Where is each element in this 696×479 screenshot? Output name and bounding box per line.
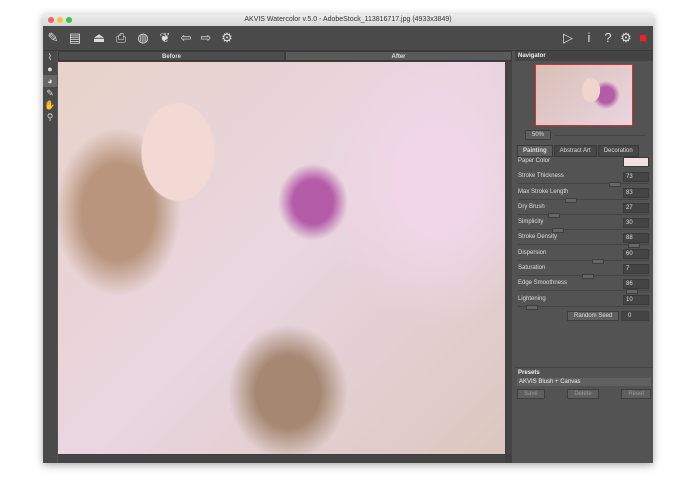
lightening-slider[interactable] (518, 304, 649, 310)
max-stroke-length-slider[interactable] (518, 197, 649, 203)
saturation-label: Saturation (518, 265, 546, 272)
share-icon[interactable]: ❦ (157, 30, 173, 46)
window-title: AKVIS Watercolor v.5.0 - AdobeStock_1138… (244, 16, 452, 23)
tab-abstract-art[interactable]: Abstract Art (553, 145, 597, 157)
saturation-slider[interactable] (518, 274, 649, 280)
brush-tool-icon[interactable]: ⌇ (43, 51, 57, 63)
minimize-button[interactable] (57, 17, 63, 23)
lightening-slider-thumb[interactable] (526, 304, 539, 310)
dry-brush-label: Dry Brush (518, 203, 545, 210)
navigator-header: Navigator (515, 51, 653, 61)
canvas-area: Before After (58, 51, 512, 463)
edge-smoothness-row: Edge Smoothness 86 (515, 279, 653, 295)
dry-brush-slider-thumb[interactable] (548, 212, 561, 218)
toolbar: ✎ ▤ ⏏ ⎙ ◍ ❦ ⇦ ⇨ ⚙ ▷ i ? ⚙ ■ (43, 26, 653, 51)
stroke-thickness-input[interactable]: 73 (623, 172, 649, 183)
hand-tool-icon[interactable]: ✋ (43, 99, 57, 111)
max-stroke-length-label: Max Stroke Length (518, 188, 569, 195)
save-icon[interactable]: ⏏ (91, 30, 107, 46)
saturation-slider-thumb[interactable] (582, 274, 595, 280)
settings-gear-icon[interactable]: ⚙ (219, 30, 235, 46)
zoom-select[interactable]: 50% (525, 130, 552, 140)
stroke-density-slider-thumb[interactable] (628, 243, 641, 249)
preset-select[interactable]: AKVIS Blush + Canvas (517, 378, 651, 386)
drop-tool-icon[interactable]: ● (43, 63, 57, 75)
edge-smoothness-input[interactable]: 86 (623, 279, 649, 290)
run-icon[interactable]: ▷ (560, 30, 576, 46)
paint-tool-icon[interactable]: ◕ (43, 75, 57, 87)
settings-panel: Navigator 50% Painting Abstract Art Decora… (515, 51, 653, 463)
dispersion-label: Dispersion (518, 249, 547, 256)
display-icon[interactable]: ■ (635, 30, 651, 46)
saturation-row: Saturation 7 (515, 264, 653, 280)
max-stroke-length-slider-thumb[interactable] (565, 197, 578, 203)
random-seed-input[interactable]: 0 (621, 310, 649, 321)
app-window: AKVIS Watercolor v.5.0 - AdobeStock_1138… (43, 14, 653, 463)
edge-smoothness-slider[interactable] (518, 289, 649, 295)
lightening-label: Lightening (518, 295, 546, 302)
pencil-tool-icon[interactable]: ✎ (43, 87, 57, 99)
stroke-thickness-slider[interactable] (518, 182, 649, 188)
simplicity-slider-thumb[interactable] (552, 228, 565, 234)
lightening-row: Lightening 10 (515, 294, 653, 310)
save-preset-button[interactable]: Save (517, 389, 545, 399)
dispersion-row: Dispersion 60 (515, 248, 653, 264)
max-stroke-length-input[interactable]: 83 (623, 187, 649, 198)
undo-icon[interactable]: ⇦ (178, 30, 194, 46)
tab-after[interactable]: After (285, 51, 512, 61)
zoom-slider[interactable] (555, 134, 645, 136)
zoom-tool-icon[interactable]: ⚲ (43, 111, 57, 123)
dry-brush-slider[interactable] (518, 212, 649, 218)
max-stroke-length-row: Max Stroke Length 83 (515, 187, 653, 203)
edge-smoothness-slider-thumb[interactable] (625, 289, 638, 295)
title-bar: AKVIS Watercolor v.5.0 - AdobeStock_1138… (43, 14, 653, 26)
reset-preset-button[interactable]: Reset (621, 389, 651, 399)
edge-smoothness-label: Edge Smoothness (518, 280, 568, 287)
dispersion-input[interactable]: 60 (623, 248, 649, 259)
simplicity-input[interactable]: 30 (623, 218, 649, 229)
navigator-preview[interactable] (535, 64, 633, 126)
stroke-thickness-row: Stroke Thickness 73 (515, 172, 653, 188)
stroke-thickness-label: Stroke Thickness (518, 173, 564, 180)
paper-color-swatch[interactable] (623, 157, 649, 167)
lightening-input[interactable]: 10 (623, 294, 649, 305)
simplicity-label: Simplicity (518, 219, 544, 226)
redo-icon[interactable]: ⇨ (198, 30, 214, 46)
help-icon[interactable]: ? (600, 30, 616, 46)
dispersion-slider[interactable] (518, 258, 649, 264)
open-icon[interactable]: ▤ (67, 30, 83, 46)
presets-title: Presets (518, 370, 540, 376)
brush-logo-icon[interactable]: ✎ (45, 30, 61, 46)
dry-brush-row: Dry Brush 27 (515, 202, 653, 218)
stroke-density-label: Stroke Density (518, 234, 558, 241)
preferences-icon[interactable]: ⚙ (618, 30, 634, 46)
maximize-button[interactable] (66, 17, 72, 23)
dry-brush-input[interactable]: 27 (623, 202, 649, 213)
watercolor-portrait-image[interactable] (58, 62, 505, 454)
saturation-input[interactable]: 7 (623, 264, 649, 275)
tab-decoration[interactable]: Decoration (597, 145, 639, 157)
tool-palette: ⌇ ● ◕ ✎ ✋ ⚲ (43, 51, 57, 463)
tab-painting[interactable]: Painting (517, 145, 553, 157)
delete-preset-button[interactable]: Delete (567, 389, 599, 399)
close-button[interactable] (48, 17, 54, 23)
paper-color-label: Paper Color (518, 158, 551, 164)
stroke-density-row: Stroke Density 88 (515, 233, 653, 249)
horizontal-scrollbar[interactable] (58, 455, 505, 463)
dispersion-slider-thumb[interactable] (591, 258, 604, 264)
vertical-scrollbar[interactable] (506, 62, 512, 454)
random-seed-button[interactable]: Random Seed (567, 310, 620, 321)
info-icon[interactable]: i (581, 30, 597, 46)
stroke-density-input[interactable]: 88 (623, 233, 649, 244)
simplicity-row: Simplicity 30 (515, 218, 653, 234)
paper-color-row: Paper Color (515, 157, 653, 172)
import-icon[interactable]: ◍ (135, 30, 151, 46)
print-icon[interactable]: ⎙ (113, 30, 129, 46)
stroke-thickness-slider-thumb[interactable] (608, 182, 621, 188)
stroke-density-slider[interactable] (518, 243, 649, 249)
simplicity-slider[interactable] (518, 228, 649, 234)
tab-before[interactable]: Before (58, 51, 285, 61)
